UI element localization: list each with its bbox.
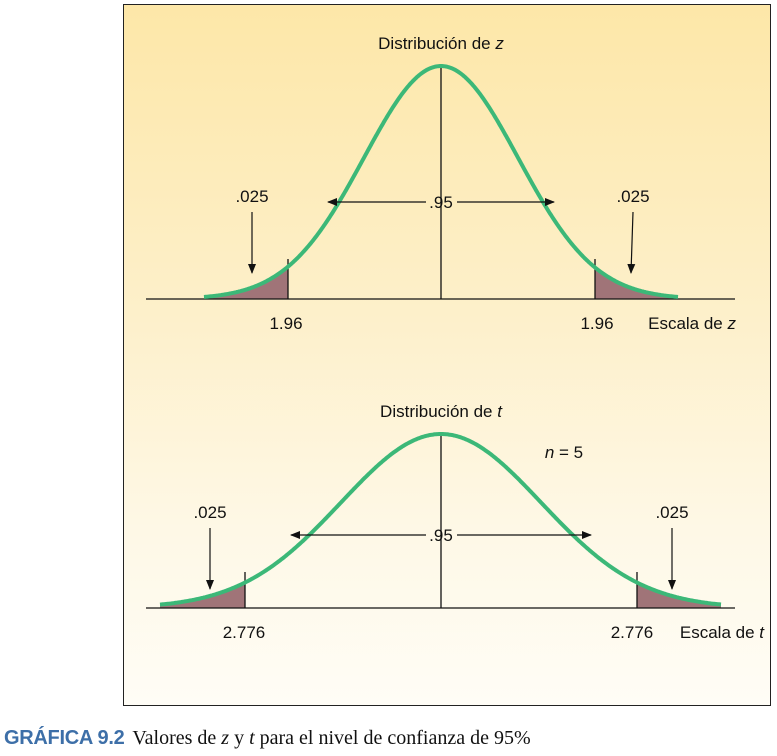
z-title: Distribución de z xyxy=(378,34,504,53)
z-scale-label: Escala de z xyxy=(648,314,736,333)
figure-panel: Distribución de z .95 .025 .025 1.96 1.9… xyxy=(123,4,771,706)
t-distribution: Distribución de t n = 5 .95 .025 .025 2.… xyxy=(146,402,765,642)
z-right-tail-label: .025 xyxy=(616,187,649,206)
t-center-area-label: .95 xyxy=(429,526,453,545)
t-title: Distribución de t xyxy=(380,402,503,421)
t-sample-size-label: n = 5 xyxy=(545,443,583,462)
caption-text: Valores de z y t para el nivel de confia… xyxy=(132,727,531,749)
figure-canvas: Distribución de z .95 .025 .025 1.96 1.9… xyxy=(146,34,765,642)
z-distribution: Distribución de z .95 .025 .025 1.96 1.9… xyxy=(146,34,737,333)
caption-label: GRÁFICA 9.2 xyxy=(4,727,125,749)
t-left-tail-label: .025 xyxy=(193,503,226,522)
t-scale-label: Escala de t xyxy=(680,623,765,642)
z-right-critical-value: 1.96 xyxy=(580,314,613,333)
z-left-critical-value: 1.96 xyxy=(269,314,302,333)
figure-caption: GRÁFICA 9.2 Valores de z y t para el nive… xyxy=(4,727,531,750)
t-right-critical-value: 2.776 xyxy=(611,623,654,642)
z-left-tail-label: .025 xyxy=(235,187,268,206)
t-right-tail-label: .025 xyxy=(655,503,688,522)
z-right-tail-arrow xyxy=(627,211,636,274)
z-center-area-label: .95 xyxy=(429,193,453,212)
t-left-critical-value: 2.776 xyxy=(223,623,266,642)
